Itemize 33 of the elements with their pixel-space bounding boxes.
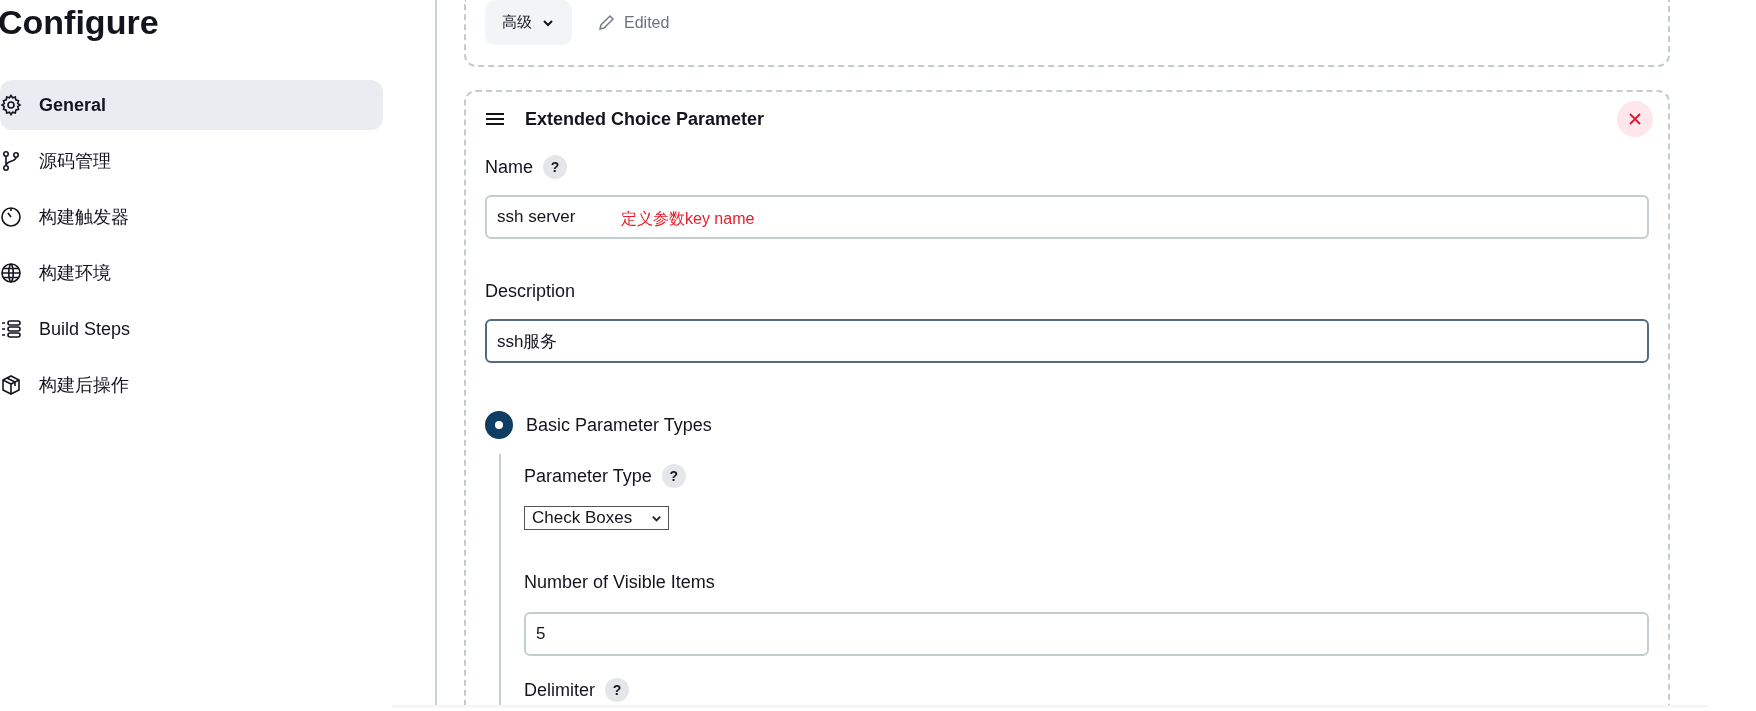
package-icon [0,373,23,397]
field-label: Delimiter [524,679,595,701]
input-field[interactable]: ssh服务 [485,319,1649,363]
page-title: Configure [0,2,160,42]
sidebar-item[interactable]: 构建后操作 [0,360,383,410]
sidebar-item[interactable]: 构建触发器 [0,192,383,242]
field-label: Description [485,280,576,302]
input-field[interactable]: 5 [524,612,1649,656]
sidebar-item[interactable]: General [0,80,383,130]
timer-icon [0,205,23,229]
annotation-text: 定义参数key name [621,209,755,229]
parameter-title: Extended Choice Parameter [525,108,766,130]
field-label: Name [485,156,533,178]
radio-button[interactable] [485,411,513,439]
pencil-icon [598,14,615,31]
remove-button[interactable] [1617,101,1653,137]
globe-icon [0,261,23,285]
type-select[interactable]: Check Boxes [524,506,669,530]
close-icon [1629,113,1641,125]
field-label: Number of Visible Items [524,571,715,593]
sidebar-item[interactable]: 源码管理 [0,136,383,186]
steps-icon [0,317,23,341]
sidebar-item[interactable]: 构建环境 [0,248,383,298]
gear-icon [0,93,23,117]
input-field[interactable]: ssh server 定义参数key name [485,195,1649,239]
advanced-button[interactable]: 高级 [485,0,572,45]
help-icon[interactable]: ? [605,678,629,702]
help-icon[interactable]: ? [543,155,567,179]
radio-label: Basic Parameter Types [526,414,712,436]
edited-status: Edited [624,13,670,32]
help-icon[interactable]: ? [661,464,686,488]
sidebar-item[interactable]: Build Steps [0,304,383,354]
field-label: Parameter Type [524,465,652,487]
